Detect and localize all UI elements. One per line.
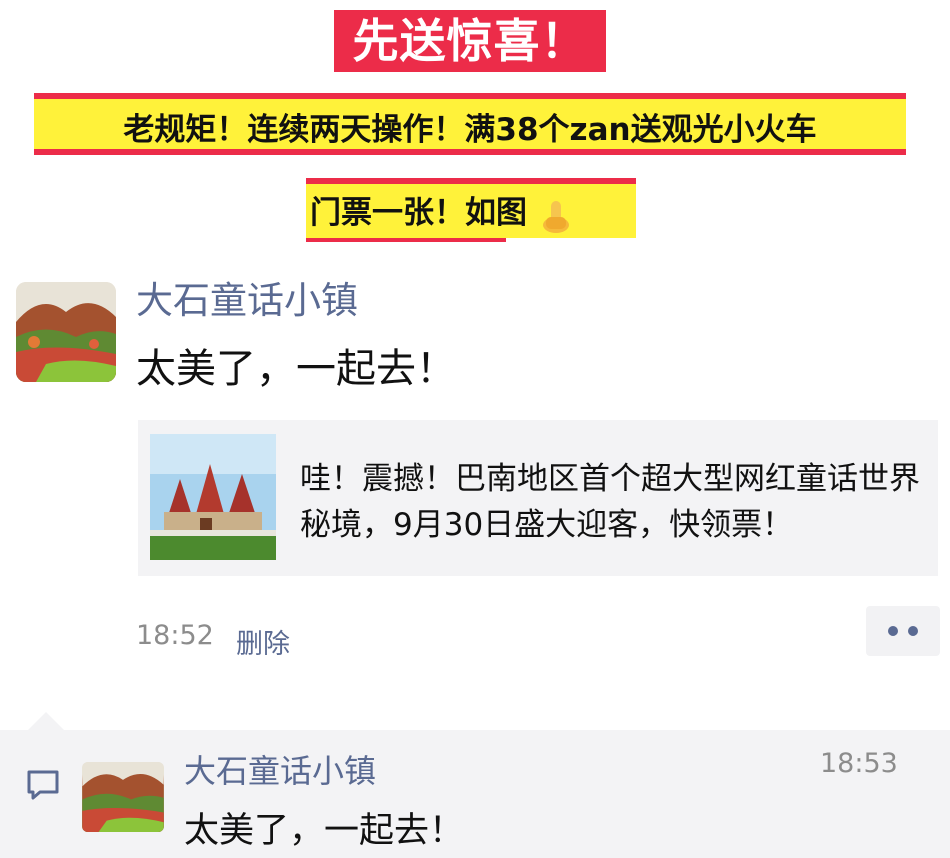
thumbs-up-icon bbox=[542, 200, 569, 233]
post-text: 太美了，一起去！ bbox=[136, 346, 456, 392]
author-avatar[interactable] bbox=[16, 282, 116, 382]
comment-time: 18:53 bbox=[820, 748, 898, 779]
comment-area-caret bbox=[28, 712, 64, 730]
comment-author-name[interactable]: 大石童话小镇 bbox=[184, 746, 376, 792]
castle-image bbox=[150, 434, 276, 560]
shared-link-title: 哇！震撼！巴南地区首个超大型网红童话世界秘境，9月30日盛大迎客，快领票！ bbox=[300, 461, 920, 543]
banner-underline bbox=[306, 238, 506, 242]
comment-text: 太美了，一起去！ bbox=[184, 811, 465, 851]
post-author-name[interactable]: 大石童话小镇 bbox=[136, 270, 358, 324]
garden-image bbox=[82, 762, 164, 832]
promo-ticket-text: 门票一张！如图 bbox=[310, 195, 527, 231]
more-button[interactable] bbox=[866, 606, 940, 656]
shared-link-thumbnail bbox=[150, 434, 276, 560]
promo-headline: 先送惊喜！ bbox=[334, 10, 606, 72]
garden-image bbox=[16, 282, 116, 382]
post-time: 18:52 bbox=[136, 620, 214, 651]
comment-icon bbox=[27, 770, 59, 800]
delete-link[interactable]: 删除 bbox=[236, 622, 290, 661]
promo-rule-text: 老规矩！连续两天操作！满38个zan送观光小火车 bbox=[34, 93, 906, 155]
comment-author-avatar[interactable] bbox=[82, 762, 164, 832]
promo-ticket-banner: 门票一张！如图 bbox=[306, 178, 636, 242]
